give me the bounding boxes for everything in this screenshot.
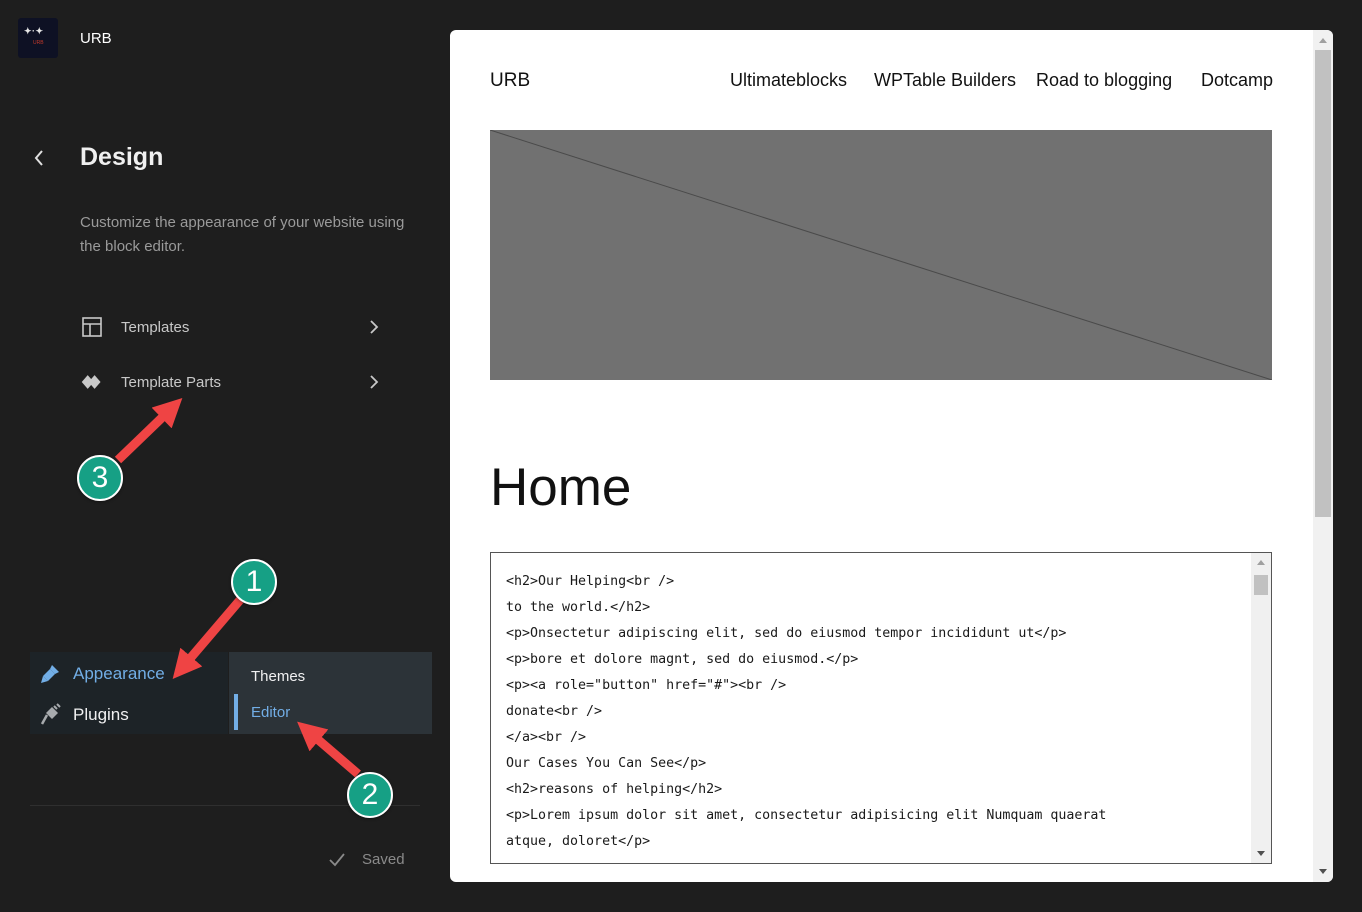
saved-label: Saved (362, 851, 405, 868)
submenu-item-themes[interactable]: Themes (251, 668, 305, 685)
preview-nav-item[interactable]: Road to blogging (1036, 70, 1172, 91)
code-line: <h2>reasons of helping</h2> (506, 782, 723, 797)
sidebar-item-templates[interactable]: Templates (80, 309, 390, 345)
code-block[interactable]: <h2>Our Helping<br /> to the world.</h2> <… (490, 552, 1272, 864)
placeholder-diagonal (489, 129, 1273, 381)
cover-image-placeholder (489, 129, 1273, 381)
scroll-thumb[interactable] (1254, 575, 1268, 595)
arrow-2 (297, 721, 361, 778)
checkmark-icon (329, 852, 345, 866)
layout-icon (80, 315, 104, 339)
code-line: </a><br /> (506, 730, 587, 745)
code-line: <p>bore et dolore magnt, sed do eiusmod.… (506, 652, 859, 667)
admin-menu-label: Plugins (73, 705, 129, 724)
scroll-thumb[interactable] (1315, 50, 1331, 517)
admin-menu-plugins[interactable]: Plugins (38, 698, 129, 732)
code-line: to the world.</h2> (506, 600, 651, 615)
chevron-left-icon (34, 150, 43, 166)
scroll-up-icon (1319, 38, 1327, 43)
callout-badge-3: 3 (77, 455, 123, 501)
code-content: <h2>Our Helping<br /> to the world.</h2> <… (491, 553, 1271, 863)
site-logo-glyph: ✦·✦ (24, 26, 44, 36)
code-line: <p><a role="button" href="#"><br /> (506, 678, 787, 693)
sidebar-item-template-parts[interactable]: Template Parts (80, 364, 390, 400)
admin-menu-appearance[interactable]: Appearance (38, 657, 165, 691)
code-line: Our Cases You Can See</p> (506, 756, 707, 771)
admin-menu-label: Appearance (73, 664, 165, 683)
site-icon[interactable]: ✦·✦ URB (18, 18, 58, 58)
code-scrollbar[interactable] (1251, 553, 1271, 863)
plugin-icon (38, 703, 62, 727)
scroll-up-icon (1257, 560, 1265, 565)
chevron-right-icon (364, 372, 384, 392)
arrow-3 (114, 398, 183, 464)
preview-nav-item[interactable]: WPTable Builders (874, 70, 1016, 91)
chevron-right-icon (364, 317, 384, 337)
code-line: <p>Lorem ipsum dolor sit amet, consectet… (506, 808, 1107, 823)
admin-submenu: Themes Editor (229, 652, 432, 734)
code-line: <p>Onsectetur adipiscing elit, sed do ei… (506, 626, 1067, 641)
preview-nav-item[interactable]: Dotcamp (1201, 70, 1273, 91)
code-line: atque, doloret</p> (506, 834, 651, 849)
scroll-down-icon (1257, 851, 1265, 856)
preview-page-title: Home (490, 458, 632, 517)
sidebar-item-label: Templates (121, 318, 190, 336)
callout-badge-2: 2 (347, 772, 393, 818)
callout-badge-1: 1 (231, 559, 277, 605)
site-name: URB (80, 30, 112, 47)
code-line: <h2>Our Helping<br /> (506, 574, 675, 589)
code-line: donate<br /> (506, 704, 603, 719)
scroll-down-icon (1319, 869, 1327, 874)
preview-site-title[interactable]: URB (490, 70, 530, 92)
saved-status: Saved (328, 851, 405, 868)
site-preview[interactable]: URB Ultimateblocks WPTable Builders Road… (450, 30, 1333, 882)
page-title: Design (80, 143, 164, 171)
diamond-icon (80, 370, 104, 394)
preview-nav-item[interactable]: Ultimateblocks (730, 70, 847, 91)
page-description: Customize the appearance of your website… (80, 214, 405, 255)
admin-menu: Appearance Plugins (30, 652, 228, 734)
sidebar-item-label: Template Parts (121, 373, 222, 391)
back-button[interactable] (28, 146, 50, 170)
paintbrush-icon (38, 662, 62, 686)
site-logo-text: URB (33, 40, 44, 46)
current-indicator (234, 694, 238, 730)
submenu-item-editor[interactable]: Editor (251, 704, 290, 721)
